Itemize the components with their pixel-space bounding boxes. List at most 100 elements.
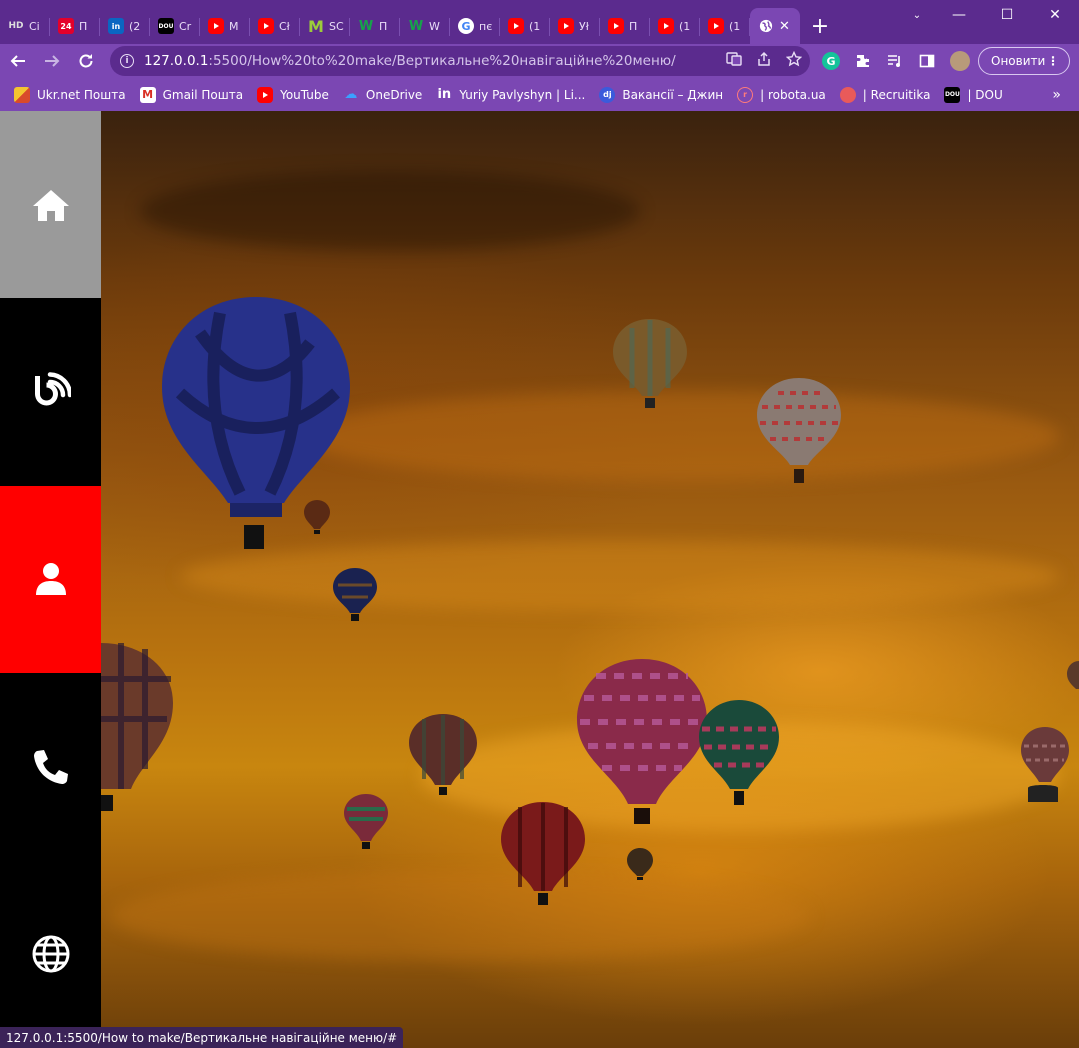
robota-icon: r [737,86,754,103]
balloon-image [501,802,585,905]
youtube-icon [258,18,274,34]
balloon-image [333,568,377,621]
site-info-icon[interactable]: i [120,54,134,68]
close-tab-button[interactable]: ✕ [779,19,790,34]
globe-icon [32,935,69,973]
youtube-icon [558,18,574,34]
linkedin-icon: in [108,18,124,34]
window-controls: ⌄ — ☐ ✕ [899,0,1079,30]
menu-dots-icon[interactable]: ⋮ [1047,54,1059,68]
dou-icon: DOU [158,18,174,34]
bookmark-item[interactable]: in Yuriy Pavlyshyn | Li... [436,87,585,103]
nav-item-user[interactable] [0,485,101,674]
cloud [110,871,810,961]
google-icon: G [458,18,474,34]
bookmark-item[interactable]: M Gmail Пошта [139,86,243,103]
w-icon: W [358,18,374,34]
tab[interactable]: П [600,8,650,44]
active-tab[interactable]: ✕ [750,8,800,44]
tab-strip: HD Ci 24 П in (2 DOU Cr M Cł M SC WП WW Gпє (… [0,6,840,44]
m-icon: M [308,16,324,36]
media-control-icon[interactable] [886,52,904,70]
reload-button[interactable] [70,44,102,78]
minimize-button[interactable]: — [935,0,983,30]
nav-item-phone[interactable] [0,673,101,861]
youtube-icon [708,18,724,34]
balloon-image [613,319,687,408]
bookmark-item[interactable]: YouTube [257,86,329,103]
bookmark-item[interactable]: | Recruitika [839,86,930,103]
browser-toolbar: i 127.0.0.1:5500/How%20to%20make/Вертика… [0,44,1079,78]
balloon-image [344,794,388,849]
cloud [140,171,640,251]
close-window-button[interactable]: ✕ [1031,0,1079,30]
vertical-nav-menu [0,111,101,1048]
more-bookmarks-button[interactable]: » [1052,87,1061,103]
gmail-icon: M [139,86,156,103]
bookmark-item[interactable]: dj Вакансії – Джин [599,86,723,103]
djinni-icon: dj [599,86,616,103]
bookmark-item[interactable]: Ukr.net Пошта [14,86,126,103]
arrow-right-icon [45,55,60,67]
extensions-icon[interactable] [854,52,872,70]
tab[interactable]: (1 [500,8,550,44]
bookmark-star-icon[interactable] [785,50,803,71]
tab[interactable]: DOU Cr [150,8,200,44]
new-tab-button[interactable]: + [800,8,840,44]
balloon-image [1067,661,1079,689]
onedrive-icon: ☁ [344,87,358,102]
recruitika-icon [839,86,856,103]
youtube-icon [508,18,524,34]
w-icon: W [408,18,424,34]
balloon-image [577,659,707,824]
translate-icon[interactable] [726,51,742,71]
blog-icon [34,372,71,406]
bookmark-item[interactable]: ☁ OneDrive [343,87,422,103]
user-icon [35,563,66,596]
address-bar[interactable]: i 127.0.0.1:5500/How%20to%20make/Вертика… [110,46,810,76]
grammarly-icon[interactable]: G [822,52,840,70]
youtube-icon [208,18,224,34]
side-panel-icon[interactable] [918,52,936,70]
balloon-image [409,714,477,795]
tab[interactable]: (1 [700,8,750,44]
tab[interactable]: WW [400,8,450,44]
bookmark-item[interactable]: r | robota.ua [737,86,826,103]
nav-item-home[interactable] [0,111,101,299]
forward-button[interactable] [36,44,68,78]
share-icon[interactable] [756,51,772,71]
profile-avatar[interactable] [950,51,970,71]
globe-icon [758,18,774,34]
status-bar-url: 127.0.0.1:5500/How to make/Вертикальне н… [0,1027,404,1048]
youtube-icon [257,86,274,103]
bookmark-item[interactable]: DOU | DOU [944,86,1003,103]
tab[interactable]: WП [350,8,400,44]
balloon-image [757,378,841,483]
home-icon [32,189,69,221]
nav-item-globe[interactable] [0,860,101,1048]
tab[interactable]: 24 П [50,8,100,44]
tab-search-button[interactable]: ⌄ [899,0,935,30]
tab[interactable]: Gпє [450,8,500,44]
maximize-button[interactable]: ☐ [983,0,1031,30]
balloon-image [304,500,330,534]
tab[interactable]: HD Ci [0,8,50,44]
ukrnet-icon [14,86,30,103]
youtube-icon [658,18,674,34]
balloon-image [627,848,653,880]
tab[interactable]: in (2 [100,8,150,44]
balloon-image [699,700,779,805]
balloon-image [101,643,173,811]
tab[interactable]: (1 [650,8,700,44]
nav-item-blog[interactable] [0,298,101,486]
linkedin-icon: in [437,87,452,102]
back-button[interactable] [2,44,34,78]
update-button[interactable]: Оновити ⋮ [978,47,1070,75]
tab[interactable]: Cł [250,8,300,44]
tab[interactable]: M [200,8,250,44]
dou-icon: DOU [944,86,961,103]
tab[interactable]: Уł [550,8,600,44]
24-icon: 24 [58,18,74,34]
reload-icon [79,54,93,68]
tab[interactable]: M SC [300,8,350,44]
